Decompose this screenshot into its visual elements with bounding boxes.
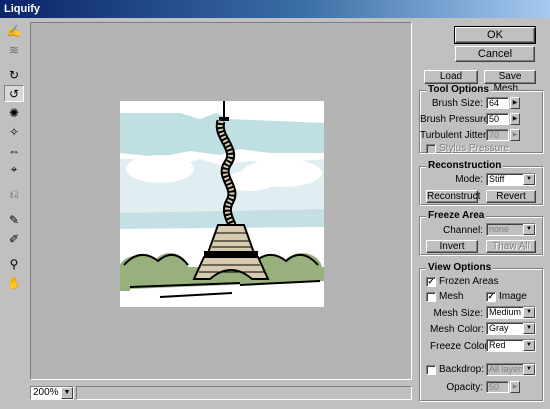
freeze-area-title: Freeze Area [426,210,487,221]
chevron-down-icon: ▼ [523,340,535,351]
mesh-color-value: Gray [489,323,509,333]
reconstruct-button[interactable]: Reconstruct [426,190,480,203]
mesh-size-label: Mesh Size: [433,308,483,319]
mesh-color-select[interactable]: Gray ▼ [486,322,536,335]
turbulent-jitter-input[interactable]: 70 [486,129,509,141]
brush-pressure-stepper[interactable]: ▶ [510,113,520,125]
zoom-level-select[interactable]: 200% ▼ [30,386,74,400]
turbulence-tool-button[interactable]: ≋ [4,41,24,58]
opacity-stepper[interactable]: ▶ [510,381,520,393]
warp-tool-button[interactable]: ✍ [4,22,24,39]
freeze-tool-button[interactable]: ✎ [4,211,24,228]
brush-pressure-label: Brush Pressure: [420,114,492,125]
twirl-counterclockwise-tool-icon: ↺ [8,86,20,101]
reconstruct-tool-icon: ⎌ [9,187,19,201]
frozen-areas-label: Frozen Areas [439,276,499,287]
channel-value: none [489,224,510,234]
thaw-tool-button[interactable]: ✐ [4,230,24,247]
image-label: Image [499,291,527,302]
freeze-tool-icon: ✎ [8,212,20,227]
shift-pixels-tool-button[interactable]: ⇔ [4,142,24,159]
backdrop-checkbox[interactable] [426,365,436,375]
shift-pixels-tool-icon: ⇔ [8,143,20,158]
channel-select[interactable]: none ▼ [486,223,536,236]
tool-palette: ✍ ≋ ↻ ↺ ✺ ✧ ⇔ ⌖ ⎌ ✎ ✐ ⚲ ✋ [4,22,24,293]
status-bar [76,386,412,400]
mode-select[interactable]: Stiff ▼ [486,173,536,186]
pucker-tool-icon: ✺ [8,105,20,120]
turbulence-tool-icon: ≋ [8,42,20,57]
image-checkbox[interactable]: ✓ [486,292,496,302]
pucker-tool-button[interactable]: ✺ [4,104,24,121]
chevron-right-icon: ▶ [512,116,518,122]
hand-tool-button[interactable]: ✋ [4,274,24,291]
mesh-size-select[interactable]: Medium ▼ [486,306,536,319]
load-mesh-button[interactable]: Load Mesh... [424,70,478,94]
backdrop-value: All layers [489,364,526,374]
twirl-counterclockwise-tool-button[interactable]: ↺ [4,85,24,102]
preview-area[interactable] [30,22,412,380]
chevron-down-icon: ▼ [523,323,535,334]
channel-label: Channel: [442,225,483,236]
turbulent-jitter-stepper[interactable]: ▶ [510,129,520,141]
revert-button[interactable]: Revert [486,190,536,203]
preview-image[interactable] [120,101,324,307]
zoom-tool-icon: ⚲ [9,256,19,271]
ok-button[interactable]: OK [454,26,536,44]
liquify-dialog: Liquify ✍ ≋ ↻ ↺ ✺ ✧ ⇔ ⌖ ⎌ ✎ ✐ ⚲ ✋ 200% ▼… [0,0,550,409]
chevron-down-icon: ▼ [523,364,535,375]
turbulent-jitter-label: Turbulent Jitter: [420,130,490,141]
chevron-right-icon: ▶ [512,100,518,106]
brush-size-stepper[interactable]: ▶ [510,97,520,109]
twirl-clockwise-tool-icon: ↻ [8,67,20,82]
brush-size-label: Brush Size: [431,98,483,109]
chevron-down-icon: ▼ [523,307,535,318]
chevron-down-icon: ▼ [61,387,73,399]
backdrop-label: Backdrop: [439,364,485,375]
mesh-label: Mesh [439,291,464,302]
reflection-tool-button[interactable]: ⌖ [4,161,24,178]
twirl-clockwise-tool-button[interactable]: ↻ [4,66,24,83]
save-mesh-button[interactable]: Save Mesh... [484,70,536,94]
tool-options-title: Tool Options [426,84,491,95]
invert-button[interactable]: Invert [426,240,478,253]
bloat-tool-button[interactable]: ✧ [4,123,24,140]
chevron-right-icon: ▶ [512,384,518,390]
opacity-input[interactable]: 50 [486,381,509,393]
brush-size-input[interactable]: 64 [486,97,509,109]
mesh-color-label: Mesh Color: [430,324,484,335]
eiffel-tower-illustration [120,101,324,307]
stylus-pressure-checkbox[interactable] [426,144,436,154]
mode-value: Stiff [489,174,505,184]
stylus-pressure-label: Stylus Pressure [439,143,510,154]
frozen-areas-checkbox[interactable]: ✓ [426,277,436,287]
mode-label: Mode: [455,174,483,185]
backdrop-select[interactable]: All layers ▼ [486,363,536,376]
window-title: Liquify [0,0,550,18]
thaw-tool-icon: ✐ [8,231,20,246]
zoom-level-value: 200% [33,387,59,398]
chevron-down-icon: ▼ [523,224,535,235]
freeze-color-select[interactable]: Red ▼ [486,339,536,352]
mesh-size-value: Medium [489,307,522,317]
cancel-button[interactable]: Cancel [455,46,535,62]
reconstruct-tool-button[interactable]: ⎌ [4,186,24,203]
hand-tool-icon: ✋ [6,275,22,290]
zoom-tool-button[interactable]: ⚲ [4,255,24,272]
warp-tool-icon: ✍ [6,23,22,38]
reflection-tool-icon: ⌖ [10,162,18,176]
chevron-down-icon: ▼ [523,174,535,185]
freeze-color-value: Red [489,340,506,350]
thaw-all-button[interactable]: Thaw All [486,240,536,253]
mesh-checkbox[interactable] [426,292,436,302]
opacity-label: Opacity: [446,382,483,393]
bloat-tool-icon: ✧ [8,124,20,139]
freeze-color-label: Freeze Color: [430,341,491,352]
reconstruction-title: Reconstruction [426,160,504,171]
view-options-title: View Options [426,262,494,273]
chevron-right-icon: ▶ [512,132,518,138]
brush-pressure-input[interactable]: 50 [486,113,509,125]
